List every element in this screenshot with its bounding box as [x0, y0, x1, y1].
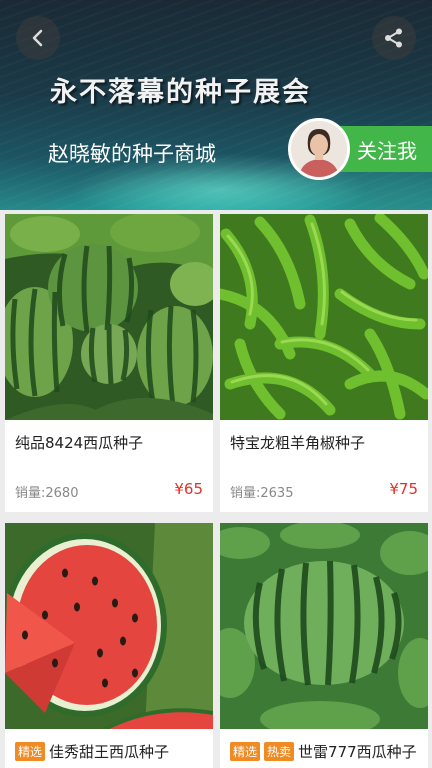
- person-photo-icon: [291, 121, 347, 177]
- share-button[interactable]: [372, 16, 416, 60]
- follow-button-label: 关注我: [357, 138, 417, 163]
- product-card[interactable]: 精选 热卖 世雷777西瓜种子: [220, 523, 428, 768]
- product-name: 精选 佳秀甜王西瓜种子: [15, 741, 169, 762]
- product-sales: 销量:2635: [230, 486, 294, 501]
- tag-hot-sale: 热卖: [264, 742, 295, 761]
- chevron-left-icon: [32, 29, 43, 47]
- share-icon: [385, 28, 402, 48]
- product-card[interactable]: 特宝龙粗羊角椒种子 销量:2635 ¥75: [220, 214, 428, 512]
- product-price: ¥65: [174, 480, 203, 498]
- shop-name: 赵晓敏的种子商城: [48, 142, 216, 166]
- shop-banner: 永不落幕的种子展会 赵晓敏的种子商城 关注我: [0, 0, 432, 210]
- product-name: 精选 热卖 世雷777西瓜种子: [230, 741, 417, 762]
- product-card[interactable]: 精选 佳秀甜王西瓜种子: [5, 523, 213, 768]
- product-photo-watermelons: [5, 214, 213, 420]
- product-sales: 销量:2680: [15, 486, 79, 501]
- product-price: ¥75: [389, 480, 418, 498]
- product-photo-green-peppers: [220, 214, 428, 420]
- product-photo-watermelon-field: [220, 523, 428, 729]
- back-button[interactable]: [16, 16, 60, 60]
- product-card[interactable]: 纯品8424西瓜种子 销量:2680 ¥65: [5, 214, 213, 512]
- product-name: 纯品8424西瓜种子: [15, 434, 144, 452]
- product-name: 特宝龙粗羊角椒种子: [230, 434, 366, 452]
- banner-title: 永不落幕的种子展会: [50, 77, 311, 108]
- avatar[interactable]: [288, 118, 350, 180]
- tag-featured: 精选: [15, 742, 46, 761]
- tag-featured: 精选: [230, 742, 261, 761]
- product-photo-cut-watermelon: [5, 523, 213, 729]
